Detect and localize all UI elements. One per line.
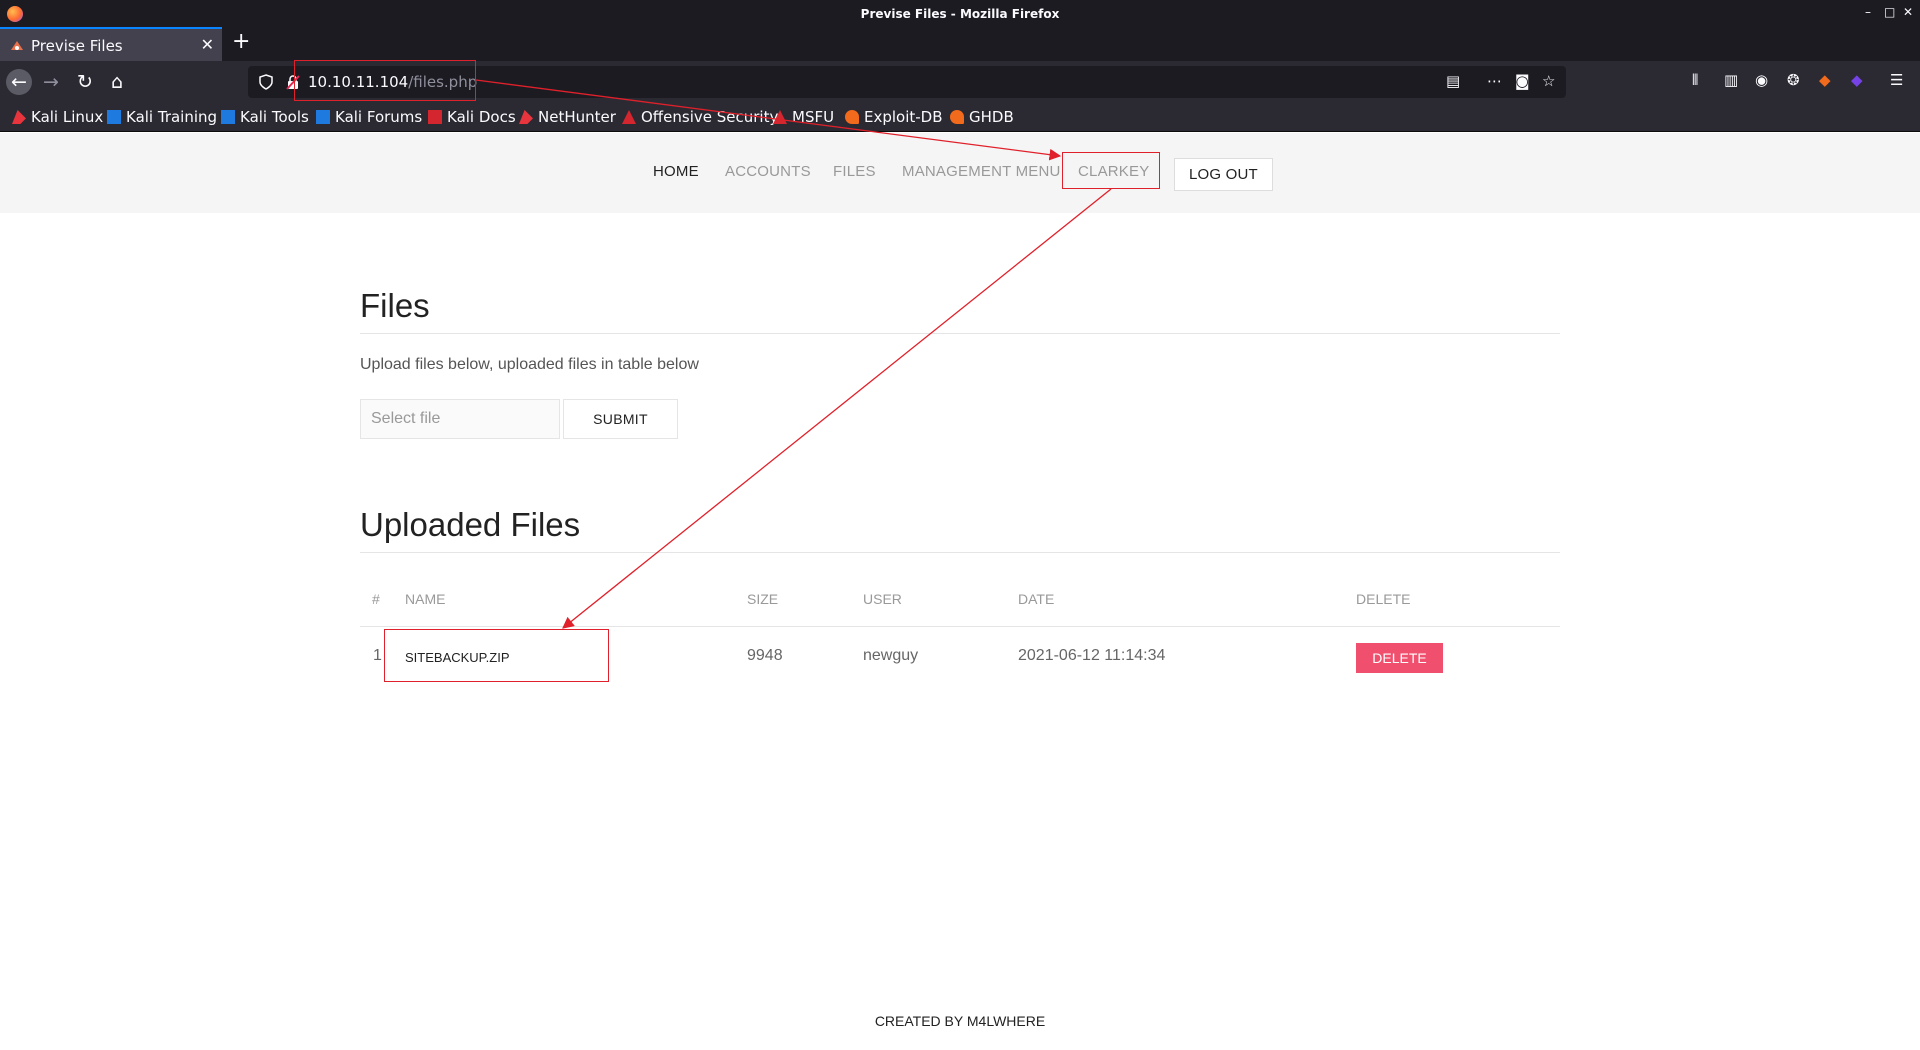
ghdb-icon — [950, 110, 964, 124]
column-header-user: USER — [863, 591, 902, 607]
page-actions-icon[interactable]: ⋯ — [1487, 72, 1502, 90]
bookmark-exploit-db[interactable]: Exploit-DB — [845, 108, 943, 126]
pocket-icon[interactable]: ◙ — [1515, 72, 1530, 90]
window-titlebar: Previse Files - Mozilla Firefox – □ ✕ — [0, 0, 1920, 27]
close-window-icon[interactable]: ✕ — [1903, 5, 1913, 19]
submit-button[interactable]: SUBMIT — [563, 399, 678, 439]
kali-training-icon — [107, 110, 121, 124]
divider — [360, 333, 1560, 334]
column-header-name: NAME — [405, 591, 446, 607]
annotation-box-url — [294, 60, 476, 101]
close-tab-icon[interactable]: ✕ — [201, 35, 214, 54]
uploaded-files-heading: Uploaded Files — [360, 506, 581, 543]
annotation-box-file — [384, 629, 609, 682]
kali-tools-icon — [221, 110, 235, 124]
column-header-date: DATE — [1018, 591, 1055, 607]
extension-badge-icon[interactable]: ◆ — [1851, 71, 1863, 89]
site-navbar: HOME ACCOUNTS FILES MANAGEMENT MENU CLAR… — [0, 133, 1920, 213]
reload-button[interactable]: ↻ — [72, 69, 98, 95]
file-user: newguy — [863, 647, 919, 664]
files-heading: Files — [360, 287, 430, 324]
msfu-icon — [773, 110, 787, 124]
minimize-icon[interactable]: – — [1865, 5, 1871, 19]
tab-previse-files[interactable]: Previse Files ✕ — [0, 27, 222, 61]
bookmark-nethunter[interactable]: NetHunter — [519, 108, 616, 126]
new-tab-button[interactable]: + — [232, 29, 250, 54]
forward-button[interactable]: → — [38, 69, 64, 95]
bookmark-kali-linux[interactable]: Kali Linux — [12, 108, 103, 126]
column-header-size: SIZE — [747, 591, 779, 607]
back-button[interactable]: ← — [6, 69, 32, 95]
home-button[interactable]: ⌂ — [104, 69, 130, 95]
file-size: 9948 — [747, 647, 783, 664]
nav-accounts[interactable]: ACCOUNTS — [725, 163, 811, 180]
navigation-toolbar: ← → ↻ ⌂ 10.10.11.104/files.php ▤ ⋯ ◙ ☆ ⫴… — [0, 61, 1920, 102]
window-title: Previse Files - Mozilla Firefox — [860, 7, 1060, 21]
upload-instructions: Upload files below, uploaded files in ta… — [360, 356, 699, 373]
kali-dragon-icon — [12, 110, 26, 124]
offsec-icon — [622, 110, 636, 124]
bookmark-kali-docs[interactable]: Kali Docs — [428, 108, 516, 126]
nethunter-icon — [519, 110, 533, 124]
bookmark-kali-forums[interactable]: Kali Forums — [316, 108, 422, 126]
nav-management-menu[interactable]: MANAGEMENT MENU — [902, 163, 1061, 180]
sidebar-icon[interactable]: ▥ — [1724, 71, 1738, 89]
annotation-box-user — [1062, 152, 1160, 189]
nav-home[interactable]: HOME — [653, 163, 699, 180]
bookmarks-toolbar: Kali Linux Kali Training Kali Tools Kali… — [0, 102, 1920, 132]
kali-forums-icon — [316, 110, 330, 124]
account-icon[interactable]: ◉ — [1755, 71, 1768, 89]
tab-label: Previse Files — [31, 37, 123, 55]
page-viewport: HOME ACCOUNTS FILES MANAGEMENT MENU CLAR… — [0, 133, 1920, 1050]
screen: Previse Files - Mozilla Firefox – □ ✕ Pr… — [0, 0, 1920, 1050]
column-header-delete: DELETE — [1356, 591, 1411, 607]
menu-hamburger-icon[interactable]: ☰ — [1890, 71, 1903, 89]
bookmark-star-icon[interactable]: ☆ — [1542, 72, 1555, 90]
exploitdb-icon — [845, 110, 859, 124]
nav-files[interactable]: FILES — [833, 163, 876, 180]
cookie-extension-icon[interactable]: ❂ — [1787, 71, 1800, 89]
file-select-input[interactable]: Select file — [360, 399, 560, 439]
bookmark-kali-training[interactable]: Kali Training — [107, 108, 217, 126]
column-header-number: # — [372, 591, 380, 607]
bookmark-msfu[interactable]: MSFU — [773, 108, 834, 126]
library-icon[interactable]: ⫴ — [1692, 71, 1698, 89]
kali-docs-icon — [428, 110, 442, 124]
footer-credit: CREATED BY M4LWHERE — [874, 1013, 1046, 1029]
row-number: 1 — [373, 647, 382, 664]
delete-button[interactable]: DELETE — [1356, 643, 1443, 673]
table-header-divider — [360, 626, 1560, 627]
site-favicon-icon — [11, 41, 23, 50]
bookmark-kali-tools[interactable]: Kali Tools — [221, 108, 309, 126]
bookmark-offensive-security[interactable]: Offensive Security — [622, 108, 778, 126]
tab-strip: Previse Files ✕ + — [0, 27, 1920, 61]
divider — [360, 552, 1560, 553]
logout-button[interactable]: LOG OUT — [1174, 158, 1273, 191]
maximize-icon[interactable]: □ — [1884, 5, 1895, 19]
file-date: 2021-06-12 11:14:34 — [1018, 647, 1166, 664]
reader-view-icon[interactable]: ▤ — [1446, 72, 1460, 90]
bookmark-ghdb[interactable]: GHDB — [950, 108, 1014, 126]
tracking-shield-icon[interactable] — [259, 74, 273, 90]
foxyproxy-icon[interactable]: ◆ — [1819, 71, 1831, 89]
